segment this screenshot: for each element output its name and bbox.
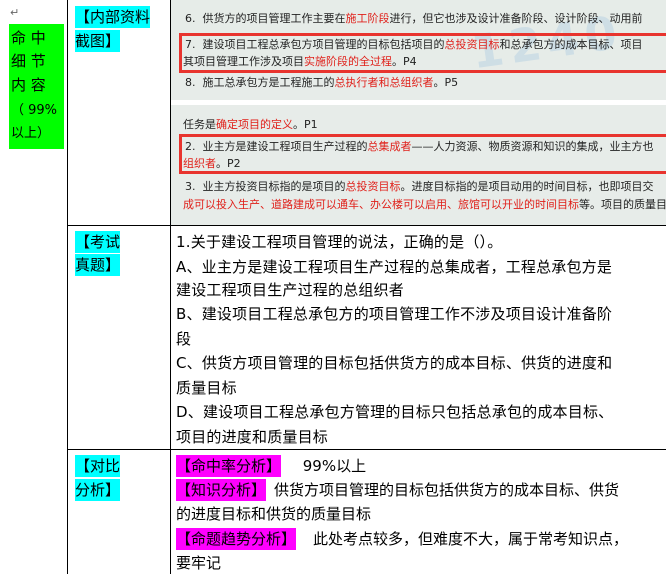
knowledge-analysis-line2: 的进度目标和供货的质量目标	[176, 505, 372, 523]
question-stem: 1.关于建设工程项目管理的说法，正确的是（）。	[176, 233, 503, 251]
trend-analysis-line2: 要牢记	[176, 554, 222, 572]
hit-detail-label-block: 命 中 细 节 内 容 （ 99% 以上）	[9, 24, 64, 149]
paragraph-mark: ↵	[10, 6, 20, 19]
material-screenshot: 1240 6. 供货方的项目管理工作主要在施工阶段进行，但它也涉及设计准备阶段、…	[171, 0, 666, 225]
comparison-label-line2: 分析】	[75, 479, 121, 501]
hit-detail-line-1: 命 中	[11, 29, 46, 47]
row-divider-2	[67, 449, 666, 450]
knowledge-analysis-label: 【知识分析】	[176, 479, 267, 501]
inset-line-1b: 任务是确定项目的定义。P1	[183, 118, 318, 131]
knowledge-analysis-line1: 供货方项目管理的目标包括供货方的成本目标、供货	[274, 481, 620, 499]
comparison-label-line1: 【对比	[75, 455, 121, 477]
option-d-line1: D、建设项目工程总承包方管理的目标只包括总承包的成本目标、	[176, 403, 614, 421]
inset-line-3: 3. 业主方投资目标指的是项目的总投资目标。进度目标指的是项目动用的时间目标，也…	[185, 180, 654, 193]
internal-material-label-line2: 截图】	[75, 30, 121, 52]
column-divider-left	[67, 0, 68, 574]
option-c-line2: 质量目标	[176, 379, 237, 397]
hit-rate-label: 【命中率分析】	[176, 455, 282, 477]
inset-line-8: 8. 施工总承包方是工程施工的总执行者和总组织者。P5	[185, 76, 459, 89]
option-b-line2: 段	[176, 330, 192, 348]
inset-line-6: 6. 供货方的项目管理工作主要在施工阶段进行，但它也涉及设计准备阶段、设计阶段、…	[185, 12, 643, 25]
inset-line-7b: 其项目管理工作涉及项目实施阶段的全过程。P4	[183, 55, 417, 68]
hit-detail-line-4: （ 99%	[11, 103, 58, 118]
option-d-line2: 项目的进度和质量目标	[176, 428, 329, 446]
option-c-line1: C、供货方项目管理的目标包括供货方的成本目标、供货的进度和	[176, 354, 613, 372]
hit-detail-line-5: 以上）	[11, 126, 51, 141]
hit-detail-line-3: 内 容	[11, 76, 46, 94]
trend-analysis-line1: 此处考点较多，但难度不大，属于常考知识点，	[313, 530, 629, 548]
internal-material-label-line1: 【内部资料	[75, 6, 151, 28]
inset-line-2b: 组织者。P2	[183, 157, 241, 170]
inset-line-7: 7. 建设项目工程总承包方项目管理的目标包括项目的总投资目标和总承包方的成本目标…	[185, 38, 643, 51]
hit-rate-value: 99%以上	[298, 457, 367, 475]
inset-line-2: 2. 业主方是建设工程项目生产过程的总集成者——人力资源、物质资源和知识的集成，…	[185, 140, 654, 153]
option-a-line1: A、业主方是建设工程项目生产过程的总集成者，工程总承包方是	[176, 258, 613, 276]
option-a-line2: 建设工程项目生产过程的总组织者	[176, 281, 405, 299]
inset-line-3b: 成可以投入生产、道路建成可以通车、办公楼可以启用、旅馆可以开业的时间目标等。项目…	[183, 198, 666, 211]
trend-analysis-label: 【命题趋势分析】	[176, 528, 297, 550]
option-b-line1: B、建设项目工程总承包方的项目管理工作不涉及项目设计准备阶	[176, 305, 613, 323]
exam-question-label-line1: 【考试	[75, 231, 121, 253]
hit-detail-line-2: 细 节	[11, 52, 46, 70]
exam-question-label-line2: 真题】	[75, 254, 121, 276]
row-divider-1	[67, 225, 666, 226]
